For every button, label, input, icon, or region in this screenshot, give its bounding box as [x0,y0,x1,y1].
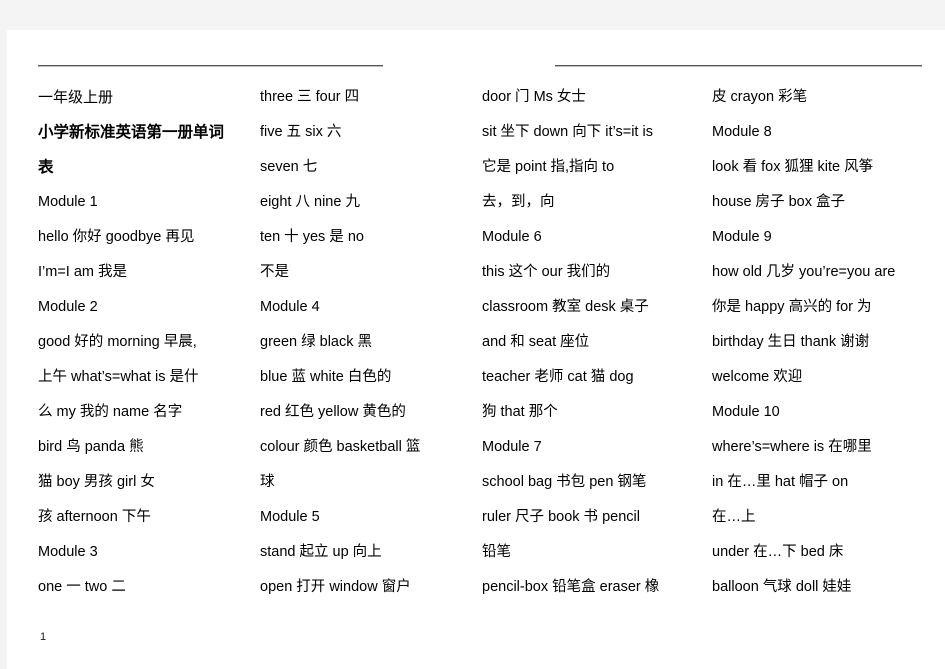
vocabulary-columns: 一年级上册小学新标准英语第一册单词表 Module 1 hello 你好 goodb… [7,80,945,640]
vocabulary-line: Module 4 [260,299,320,315]
vocabulary-line: 表 [38,159,54,176]
vocabulary-line: 皮 crayon 彩笔 [712,89,808,105]
vocabulary-line: how old 几岁 you’re=you are [712,264,896,280]
vocabulary-line: ruler 尺子 book 书 pencil [482,509,640,525]
vocabulary-line: eight 八 nine 九 [260,194,360,210]
vocabulary-line: classroom 教室 desk 桌子 [482,299,649,315]
vocabulary-line: good 好的 morning 早晨, [38,334,197,350]
vocabulary-line: 你是 happy 高兴的 for 为 [712,299,872,315]
vocabulary-line: Module 5 [260,509,320,525]
vocabulary-line: 一年级上册 [38,89,114,106]
vocabulary-line: and 和 seat 座位 [482,334,590,350]
vocabulary-column-3: door 门 Ms 女士 sit 坐下 down 向下 it’s=it is 它是 … [482,80,702,605]
vocabulary-line: 孩 afternoon 下午 [38,509,151,525]
vocabulary-line: 小学新标准英语第一册单词 [38,124,225,141]
vocabulary-line: 在…上 [712,509,756,525]
vocabulary-line: birthday 生日 thank 谢谢 [712,334,870,350]
vocabulary-line: balloon 气球 doll 娃娃 [712,579,852,595]
vocabulary-line: Module 7 [482,439,542,455]
vocabulary-line: Module 6 [482,229,542,245]
header-rule-right [555,65,922,67]
vocabulary-line: I’m=I am 我是 [38,264,128,280]
vocabulary-line: blue 蓝 white 白色的 [260,369,392,385]
vocabulary-line: three 三 four 四 [260,89,360,105]
header-rules [7,30,945,70]
document-page: 一年级上册小学新标准英语第一册单词表 Module 1 hello 你好 goodb… [7,30,945,669]
vocabulary-line: pencil-box 铅笔盒 eraser 橡 [482,579,660,595]
vocabulary-line: 铅笔 [482,544,511,560]
vocabulary-line: under 在…下 bed 床 [712,544,844,560]
vocabulary-line: ten 十 yes 是 no [260,229,364,245]
vocabulary-line: 猫 boy 男孩 girl 女 [38,474,155,490]
vocabulary-line: this 这个 our 我们的 [482,264,611,280]
vocabulary-line: sit 坐下 down 向下 it’s=it is [482,124,653,140]
vocabulary-line: Module 9 [712,229,772,245]
vocabulary-line: in 在…里 hat 帽子 on [712,474,849,490]
vocabulary-line: stand 起立 up 向上 [260,544,382,560]
vocabulary-line: 去，到，向 [482,194,555,210]
page-number: 1 [40,631,47,643]
vocabulary-line: Module 1 [38,194,98,210]
vocabulary-line: seven 七 [260,159,318,175]
vocabulary-line: 不是 [260,264,289,280]
vocabulary-line: red 红色 yellow 黄色的 [260,404,406,420]
vocabulary-line: Module 3 [38,544,98,560]
header-rule-left [38,65,383,67]
vocabulary-line: Module 8 [712,124,772,140]
vocabulary-line: 它是 point 指,指向 to [482,159,615,175]
vocabulary-column-4: 皮 crayon 彩笔 Module 8 look 看 fox 狐狸 kite 风筝… [712,80,945,605]
vocabulary-line: 么 my 我的 name 名字 [38,404,183,420]
vocabulary-line: where’s=where is 在哪里 [712,439,872,455]
vocabulary-line: one 一 two 二 [38,579,126,595]
vocabulary-line: colour 颜色 basketball 篮 [260,439,421,455]
vocabulary-line: hello 你好 goodbye 再见 [38,229,195,245]
vocabulary-line: 狗 that 那个 [482,404,558,420]
vocabulary-line: green 绿 black 黑 [260,334,373,350]
vocabulary-column-2: three 三 four 四 five 五 six 六 seven 七 eight 八… [260,80,482,605]
vocabulary-line: five 五 six 六 [260,124,342,140]
vocabulary-line: Module 2 [38,299,98,315]
vocabulary-line: teacher 老师 cat 猫 dog [482,369,634,385]
vocabulary-column-1: 一年级上册小学新标准英语第一册单词表 Module 1 hello 你好 goodb… [38,80,260,605]
vocabulary-line: school bag 书包 pen 钢笔 [482,474,647,490]
vocabulary-line: 上午 what’s=what is 是什 [38,369,199,385]
vocabulary-line: welcome 欢迎 [712,369,803,385]
vocabulary-line: open 打开 window 窗户 [260,579,411,595]
vocabulary-line: 球 [260,474,275,490]
vocabulary-line: Module 10 [712,404,780,420]
vocabulary-line: look 看 fox 狐狸 kite 风筝 [712,159,874,175]
vocabulary-line: door 门 Ms 女士 [482,89,586,105]
vocabulary-line: house 房子 box 盒子 [712,194,845,210]
vocabulary-line: bird 鸟 panda 熊 [38,439,144,455]
